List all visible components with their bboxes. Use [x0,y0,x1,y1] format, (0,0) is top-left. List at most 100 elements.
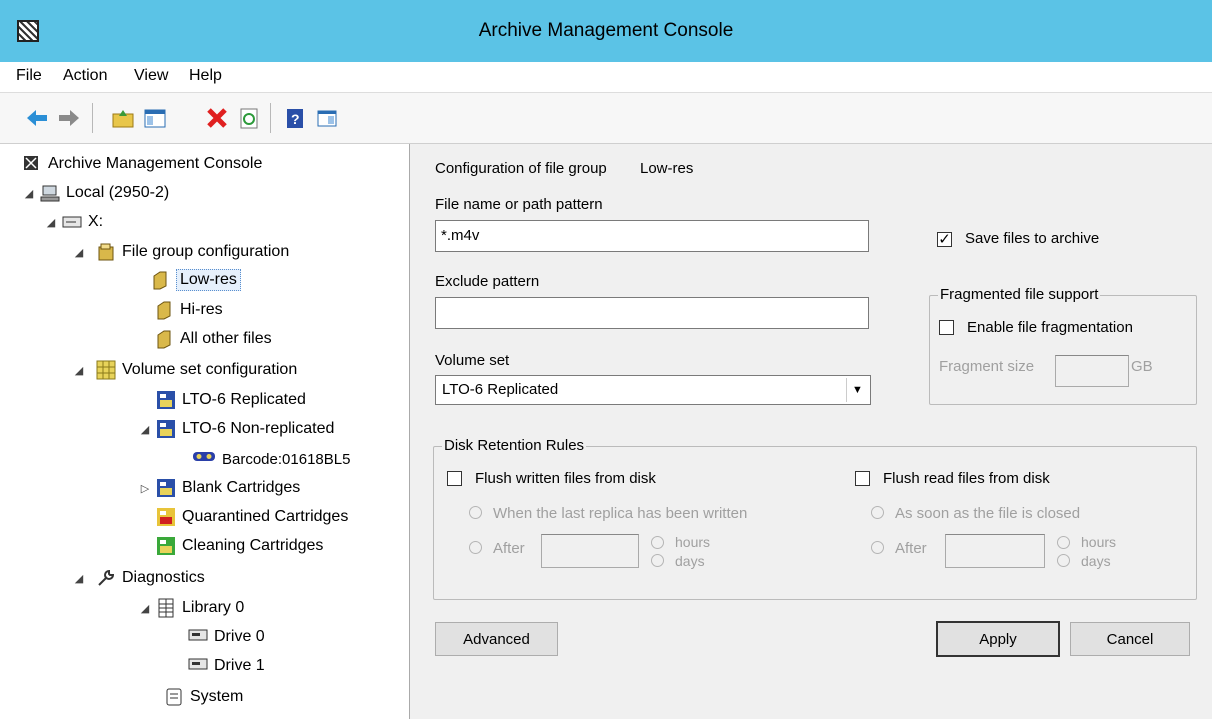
system-document-icon [164,687,184,707]
expanded-arrow-icon[interactable]: ◢ [138,602,152,615]
tree-item-lto6-non-replicated[interactable]: ◢ LTO-6 Non-replicated [138,415,334,443]
written-after-radio[interactable] [469,541,482,554]
tree-item-lto6-replicated[interactable]: LTO-6 Replicated [156,386,306,414]
toolbar: ? [0,92,1212,144]
config-file-group-name: Low-res [640,160,694,177]
file-group-icon [150,270,170,290]
tree-item-volume-set-configuration[interactable]: ◢ Volume set configuration [75,356,297,384]
as-soon-closed-label: As soon as the file is closed [895,505,1081,522]
tree-item-diagnostics[interactable]: ◢ Diagnostics [75,564,205,592]
exclude-label: Exclude pattern [435,273,540,290]
delete-icon[interactable] [204,105,230,131]
toolbar-separator [92,103,93,133]
folder-group-icon [96,242,116,262]
enable-fragmentation-checkbox[interactable] [939,320,954,335]
menu-help[interactable]: Help [189,67,222,85]
expanded-arrow-icon[interactable]: ◢ [138,423,152,436]
tape-drive-icon [188,627,208,647]
tree-item-hi-res[interactable]: Hi-res [154,296,223,324]
tree-item-barcode[interactable]: Barcode:01618BL5 [192,445,350,473]
tree-item-drive-x[interactable]: ◢ X: [44,208,103,236]
tree-item-local[interactable]: ◢ Local (2950-2) [22,179,169,207]
advanced-button[interactable]: Advanced [435,622,558,656]
collapsed-arrow-icon[interactable]: ▷ [138,482,152,495]
volume-set-value: LTO-6 Replicated [442,381,559,398]
cleaning-cartridge-icon [156,536,176,556]
written-hours-label: hours [675,534,711,550]
tree-item-drive-0[interactable]: Drive 0 [188,623,265,651]
chevron-down-icon[interactable]: ▼ [846,378,868,402]
drive-icon [62,212,82,232]
file-group-icon [154,300,174,320]
help-icon[interactable]: ? [282,105,308,131]
cartridge-set-icon [156,419,176,439]
refresh-icon[interactable] [236,105,262,131]
written-after-label: After [493,540,525,557]
tree-item-quarantined-cartridges[interactable]: Quarantined Cartridges [156,503,348,531]
read-after-label: After [895,540,927,557]
back-icon[interactable] [24,105,50,131]
library-icon [156,598,176,618]
written-hours-radio[interactable] [651,536,664,549]
tape-barcode-icon [192,449,216,469]
menu-view[interactable]: View [134,67,168,85]
volume-set-select[interactable]: LTO-6 Replicated ▼ [435,375,871,405]
expanded-arrow-icon[interactable]: ◢ [72,364,86,377]
properties-icon[interactable] [314,105,340,131]
file-group-config-panel: Configuration of file group Low-res File… [417,144,1212,719]
file-group-icon [154,329,174,349]
menu-file[interactable]: File [16,67,42,85]
pattern-input[interactable]: *.m4v [435,220,869,252]
wrench-icon [96,568,116,588]
up-folder-icon[interactable] [110,105,136,131]
when-last-replica-radio[interactable] [469,506,482,519]
tree-item-file-group-configuration[interactable]: ◢ File group configuration [75,238,289,266]
expanded-arrow-icon[interactable]: ◢ [22,187,36,200]
tree-item-drive-1[interactable]: Drive 1 [188,652,265,680]
read-after-input[interactable] [945,534,1045,568]
expanded-arrow-icon[interactable]: ◢ [72,246,86,259]
window-title: Archive Management Console [478,20,734,41]
show-hide-tree-icon[interactable] [142,105,168,131]
pattern-label: File name or path pattern [435,196,603,213]
read-hours-radio[interactable] [1057,536,1070,549]
tree-item-system[interactable]: System [164,683,243,711]
fragmented-group-title: Fragmented file support [938,286,1101,303]
fragment-size-unit: GB [1131,358,1153,375]
disk-retention-title: Disk Retention Rules [442,437,587,454]
volume-set-icon [96,360,116,380]
flush-read-label: Flush read files from disk [883,470,1050,487]
read-after-radio[interactable] [871,541,884,554]
tree-item-all-other-files[interactable]: All other files [154,325,272,353]
exclude-input[interactable] [435,297,869,329]
tape-drive-icon [188,656,208,676]
tree-item-library-0[interactable]: ◢ Library 0 [138,594,244,622]
read-days-label: days [1081,553,1111,569]
title-bar: Archive Management Console [0,0,1212,62]
tree-item-low-res[interactable]: Low-res [150,266,241,294]
expanded-arrow-icon[interactable]: ◢ [44,216,58,229]
written-after-input[interactable] [541,534,639,568]
flush-read-checkbox[interactable] [855,471,870,486]
when-last-replica-label: When the last replica has been written [493,505,748,522]
flush-written-checkbox[interactable] [447,471,462,486]
menu-action[interactable]: Action [63,67,107,85]
console-icon [22,154,42,174]
forward-icon[interactable] [56,105,82,131]
fragment-size-input[interactable] [1055,355,1129,387]
navigation-tree: Archive Management Console ◢ Local (2950… [0,144,410,719]
tree-item-cleaning-cartridges[interactable]: Cleaning Cartridges [156,532,323,560]
written-days-label: days [675,553,705,569]
save-files-checkbox[interactable]: ✓ [937,232,952,247]
tree-item-blank-cartridges[interactable]: ▷ Blank Cartridges [138,474,300,502]
written-days-radio[interactable] [651,554,664,567]
apply-button[interactable]: Apply [936,621,1060,657]
as-soon-closed-radio[interactable] [871,506,884,519]
cancel-button[interactable]: Cancel [1070,622,1190,656]
expanded-arrow-icon[interactable]: ◢ [72,572,86,585]
save-files-label: Save files to archive [965,230,1100,247]
read-days-radio[interactable] [1057,554,1070,567]
computer-icon [40,183,60,203]
svg-text:?: ? [291,111,300,127]
tree-item-root[interactable]: Archive Management Console [22,150,262,178]
